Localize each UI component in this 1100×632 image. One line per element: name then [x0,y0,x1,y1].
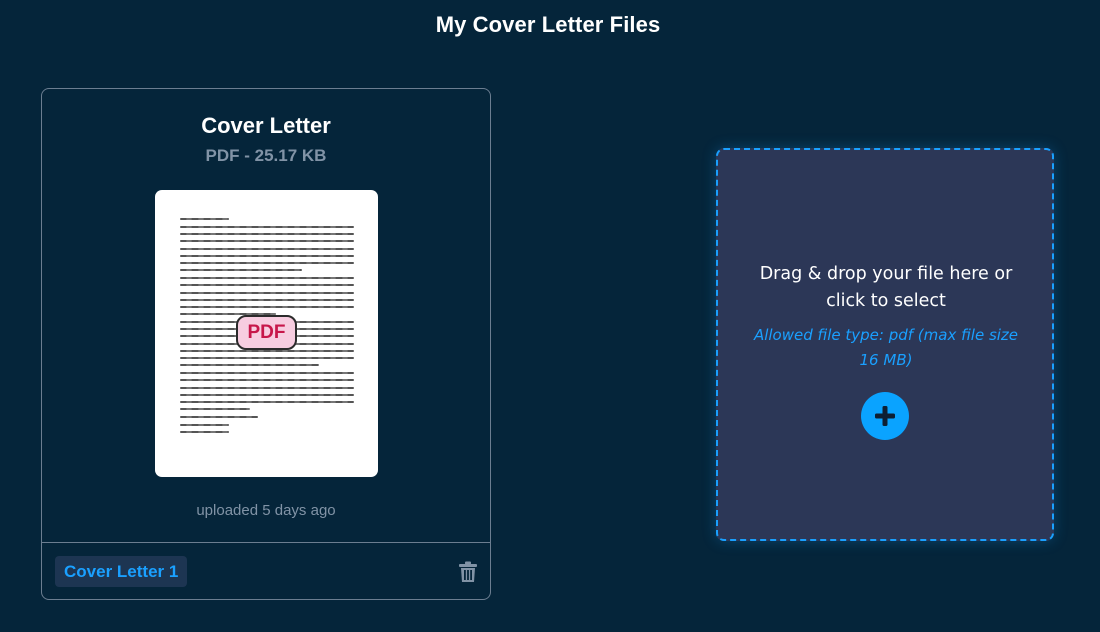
add-file-button[interactable] [861,392,909,440]
file-dropzone[interactable]: Drag & drop your file here or click to s… [716,148,1054,541]
file-tag[interactable]: Cover Letter 1 [55,556,188,587]
dropzone-instructions: Drag & drop your file here or click to s… [759,264,1013,311]
pdf-icon: PDF [236,315,297,350]
file-meta: PDF - 25.17 KB [205,146,327,165]
file-thumbnail[interactable]: PDF [155,190,378,477]
plus-icon [875,406,895,426]
file-title: Cover Letter [201,113,331,138]
trash-icon[interactable] [458,561,478,583]
allowed-file-type-hint: Allowed file type: pdf (max file size 16… [753,326,1019,369]
file-card: Cover Letter PDF - 25.17 KB PDF uploaded… [41,88,491,600]
card-footer: Cover Letter 1 [42,542,490,600]
upload-time: uploaded 5 days ago [196,502,336,519]
page-title: My Cover Letter Files [435,12,661,37]
